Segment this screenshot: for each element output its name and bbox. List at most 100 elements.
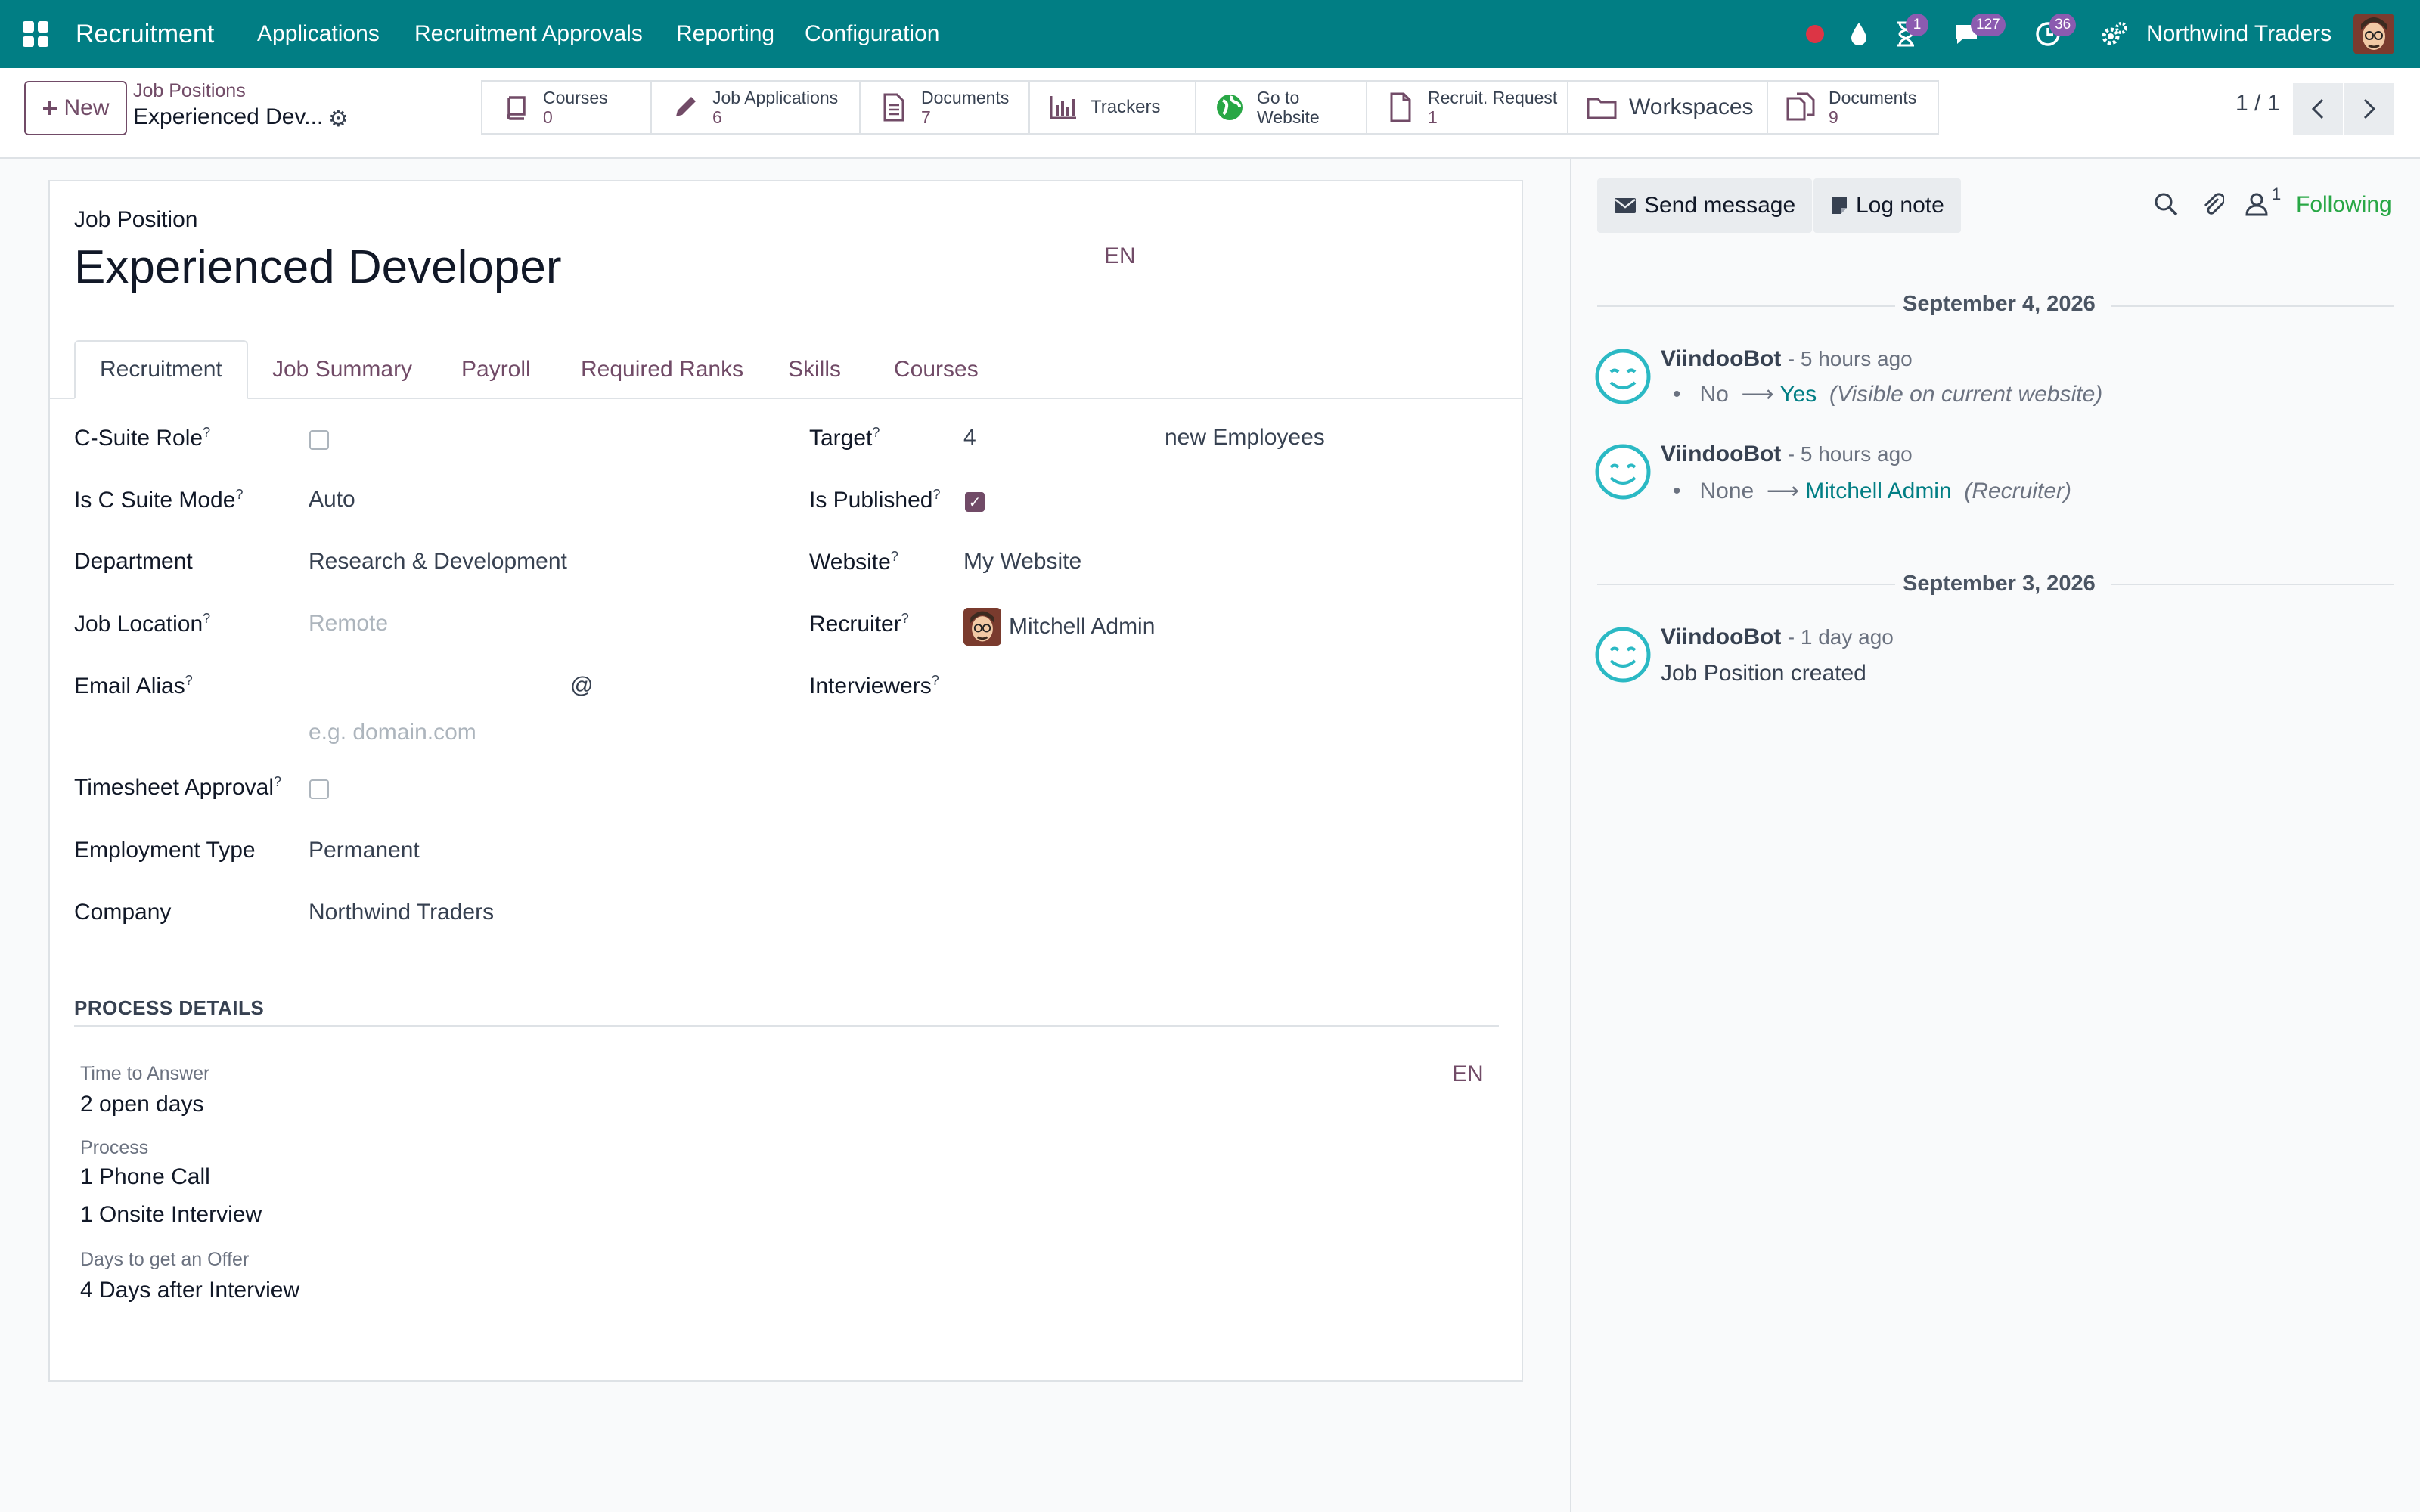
- job-location-field[interactable]: Remote: [309, 611, 388, 637]
- date-separator: September 3, 2026: [1903, 572, 2096, 596]
- plus-icon: +: [42, 92, 58, 123]
- tracking-change: • No ⟶ Yes (Visible on current website): [1673, 382, 2103, 407]
- interviewers-label: Interviewers?: [809, 673, 939, 699]
- paperclip-icon[interactable]: [2198, 189, 2228, 219]
- interviewers-field[interactable]: [963, 668, 1493, 702]
- new-button[interactable]: + New: [24, 81, 127, 135]
- message-author: ViindooBot - 5 hours ago: [1661, 442, 1913, 466]
- c-suite-mode-select[interactable]: Auto: [309, 487, 355, 513]
- log-note-button[interactable]: Log note: [1813, 178, 1961, 233]
- record-title[interactable]: Experienced Developer: [74, 240, 562, 294]
- recruiter-field[interactable]: Mitchell Admin: [1009, 614, 1155, 640]
- pager-value[interactable]: 1 / 1: [2235, 91, 2279, 116]
- followers-user-icon[interactable]: [2242, 189, 2272, 219]
- pager-next-button[interactable]: [2344, 83, 2394, 135]
- website-label: Website?: [809, 549, 898, 575]
- employment-type-field[interactable]: Permanent: [309, 838, 420, 863]
- top-navbar: Recruitment Applications Recruitment App…: [0, 0, 2420, 68]
- email-domain-field[interactable]: e.g. domain.com: [309, 720, 476, 745]
- smart-button-go-to-website[interactable]: Go to Website: [1196, 80, 1367, 135]
- tab-job-summary[interactable]: Job Summary: [248, 340, 436, 399]
- search-icon[interactable]: [2151, 189, 2181, 219]
- process-step: 1 Onsite Interview: [80, 1202, 262, 1227]
- smart-button-workspaces[interactable]: Workspaces: [1568, 80, 1768, 135]
- c-suite-role-label: C-Suite Role?: [74, 425, 211, 451]
- email-alias-label: Email Alias?: [74, 673, 193, 699]
- website-field[interactable]: My Website: [963, 549, 1081, 575]
- title-lang-button[interactable]: EN: [1104, 243, 1136, 269]
- date-divider-line: [1597, 584, 1895, 585]
- envelope-icon: [1615, 198, 1636, 213]
- date-divider-line: [2111, 305, 2394, 307]
- tab-courses[interactable]: Courses: [870, 340, 1003, 399]
- send-message-button[interactable]: Send message: [1597, 178, 1813, 233]
- following-button[interactable]: Following: [2296, 192, 2392, 218]
- target-label: Target?: [809, 425, 880, 451]
- tab-payroll[interactable]: Payroll: [437, 340, 555, 399]
- menu-recruitment-approvals[interactable]: Recruitment Approvals: [414, 0, 643, 68]
- recruiter-label: Recruiter?: [809, 611, 909, 637]
- gear-icon[interactable]: ⚙: [328, 106, 349, 132]
- documents-2-label: Documents 9: [1829, 88, 1917, 127]
- clock-badge: 36: [2049, 14, 2077, 36]
- courses-label: Courses 0: [543, 88, 608, 127]
- company-label: Company: [74, 900, 172, 925]
- process-details-divider: [74, 1025, 1499, 1027]
- days-offer-label: Days to get an Offer: [80, 1249, 250, 1270]
- breadcrumb-parent[interactable]: Job Positions: [133, 80, 246, 102]
- file-icon: [1384, 91, 1417, 124]
- time-to-answer-label: Time to Answer: [80, 1063, 210, 1084]
- job-location-label: Job Location?: [74, 611, 211, 637]
- smart-button-job-applications[interactable]: Job Applications 6: [652, 80, 861, 135]
- chevron-left-icon: [2311, 98, 2324, 119]
- book-icon: [499, 91, 532, 124]
- menu-applications[interactable]: Applications: [257, 0, 380, 68]
- app-name[interactable]: Recruitment: [76, 0, 214, 68]
- globe-icon: [1213, 91, 1246, 124]
- bot-avatar-icon: [1595, 444, 1651, 500]
- tab-skills[interactable]: Skills: [764, 340, 865, 399]
- message-author: ViindooBot - 1 day ago: [1661, 624, 1894, 649]
- date-divider-line: [1597, 305, 1895, 307]
- settings-gears-icon[interactable]: [2099, 19, 2130, 49]
- bar-chart-icon: [1047, 91, 1080, 124]
- process-lang-button[interactable]: EN: [1452, 1061, 1484, 1087]
- log-note-label: Log note: [1856, 193, 1944, 218]
- tab-recruitment[interactable]: Recruitment: [74, 340, 248, 399]
- pager-previous-button[interactable]: [2293, 83, 2343, 135]
- target-suffix: new Employees: [1165, 425, 1325, 450]
- c-suite-role-checkbox[interactable]: [309, 430, 329, 450]
- department-label: Department: [74, 549, 193, 574]
- menu-configuration[interactable]: Configuration: [805, 0, 939, 68]
- company-switcher[interactable]: Northwind Traders: [2146, 0, 2332, 68]
- folder-icon: [1585, 91, 1618, 124]
- is-published-label: Is Published?: [809, 487, 941, 513]
- c-suite-mode-label: Is C Suite Mode?: [74, 487, 244, 513]
- document-icon: [877, 91, 911, 124]
- website-label: Go to Website: [1257, 88, 1320, 127]
- company-field[interactable]: Northwind Traders: [309, 900, 494, 925]
- date-separator: September 4, 2026: [1903, 292, 2096, 316]
- recording-dot-icon[interactable]: [1800, 19, 1830, 49]
- department-field[interactable]: Research & Development: [309, 549, 567, 575]
- smart-button-courses[interactable]: Courses 0: [481, 80, 652, 135]
- tab-required-ranks[interactable]: Required Ranks: [557, 340, 768, 399]
- bot-avatar-icon: [1595, 349, 1651, 404]
- activities-badge: 1: [1906, 14, 1928, 36]
- smart-button-trackers[interactable]: Trackers: [1030, 80, 1196, 135]
- drop-icon[interactable]: [1844, 19, 1874, 49]
- smart-button-documents-2[interactable]: Documents 9: [1768, 80, 1939, 135]
- message-body: Job Position created: [1661, 661, 1866, 686]
- smart-button-documents[interactable]: Documents 7: [861, 80, 1030, 135]
- time-to-answer-value: 2 open days: [80, 1092, 204, 1117]
- is-published-checkbox[interactable]: ✓: [965, 492, 985, 512]
- send-message-label: Send message: [1644, 193, 1796, 218]
- followers-count: 1: [2272, 184, 2282, 203]
- workspaces-label: Workspaces: [1629, 94, 1754, 119]
- target-field[interactable]: 4: [963, 425, 976, 451]
- apps-menu-icon[interactable]: [23, 21, 48, 47]
- user-avatar[interactable]: [2353, 14, 2394, 54]
- timesheet-approval-checkbox[interactable]: [309, 779, 329, 799]
- smart-button-recruit-request[interactable]: Recruit. Request 1: [1367, 80, 1568, 135]
- menu-reporting[interactable]: Reporting: [676, 0, 774, 68]
